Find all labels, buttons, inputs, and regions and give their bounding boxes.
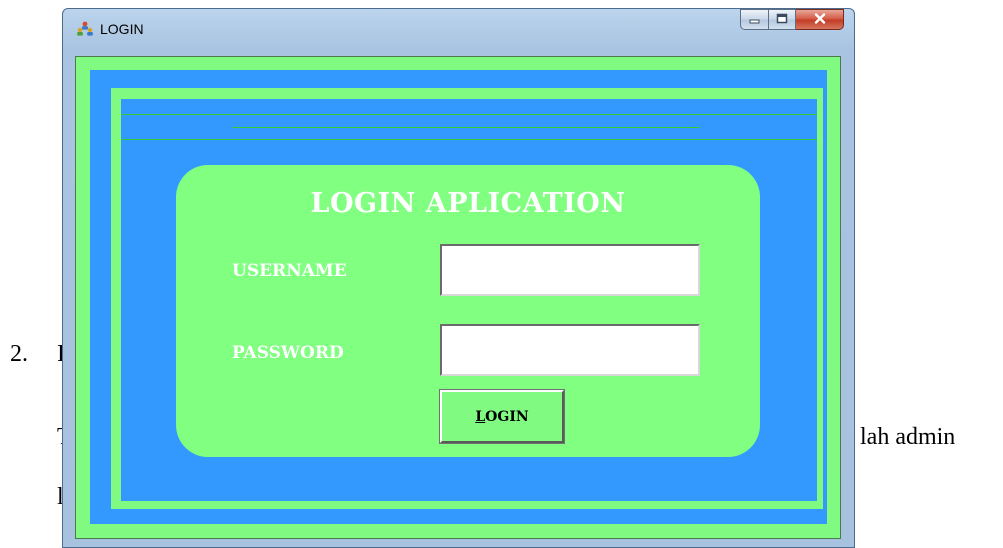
minimize-button[interactable] <box>740 9 769 30</box>
close-icon <box>814 11 826 29</box>
login-button-mnemonic: L <box>475 408 486 425</box>
username-label: USERNAME <box>232 261 347 281</box>
paragraph-fragment-end: lah admin <box>860 424 956 450</box>
login-window: LOGIN LOGIN APLICATION USERNAME PASSWORD… <box>62 8 855 548</box>
minimize-icon <box>749 11 761 29</box>
divider-line <box>121 139 817 140</box>
password-label: PASSWORD <box>232 343 344 363</box>
outer-blue-panel: LOGIN APLICATION USERNAME PASSWORD L OGIN <box>90 70 827 524</box>
maximize-icon <box>776 11 788 29</box>
network-people-icon <box>76 21 94 37</box>
login-heading: LOGIN APLICATION <box>310 188 626 219</box>
login-button[interactable]: L OGIN <box>439 389 565 444</box>
login-card: LOGIN APLICATION USERNAME PASSWORD L OGIN <box>176 165 760 457</box>
close-button[interactable] <box>796 9 844 30</box>
green-frame: LOGIN APLICATION USERNAME PASSWORD L OGIN <box>111 88 823 509</box>
login-button-label: OGIN <box>485 408 529 425</box>
window-client-area: LOGIN APLICATION USERNAME PASSWORD L OGIN <box>75 56 841 539</box>
divider-line <box>121 114 817 115</box>
maximize-button[interactable] <box>769 9 796 30</box>
inner-blue-panel: LOGIN APLICATION USERNAME PASSWORD L OGIN <box>121 99 817 501</box>
divider-line <box>232 127 700 128</box>
window-title: LOGIN <box>100 21 144 37</box>
window-controls <box>740 9 844 31</box>
password-input[interactable] <box>440 324 700 376</box>
title-bar[interactable]: LOGIN <box>63 9 854 49</box>
list-number: 2. <box>10 341 28 367</box>
username-input[interactable] <box>440 244 700 296</box>
